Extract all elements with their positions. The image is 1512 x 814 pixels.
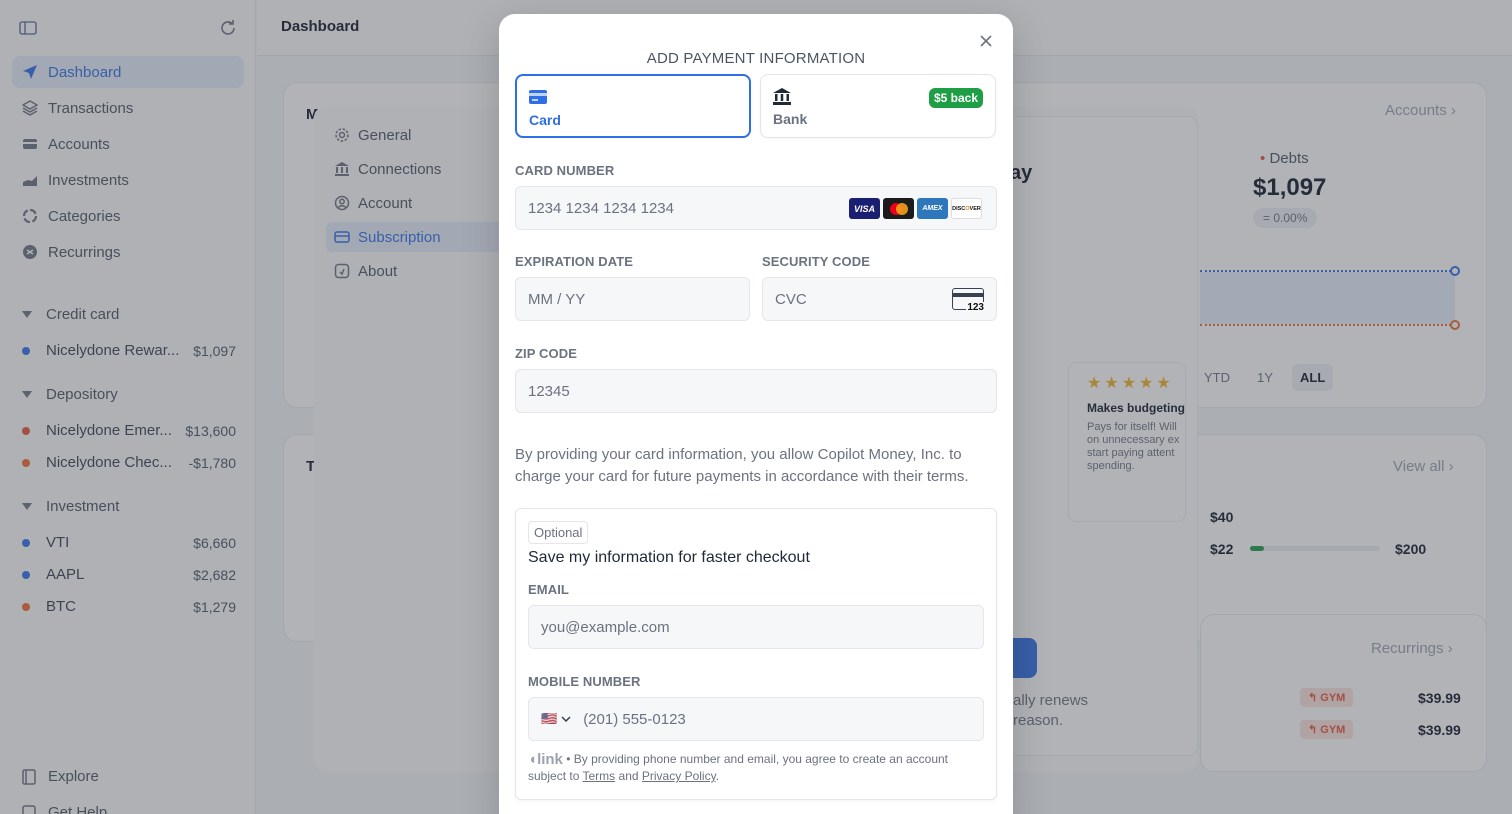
cvc-stripe: [953, 293, 983, 297]
terms-link[interactable]: Terms: [583, 769, 616, 783]
close-icon[interactable]: [979, 34, 993, 48]
email-input[interactable]: [541, 618, 983, 636]
country-select[interactable]: 🇺🇸: [541, 711, 571, 727]
cvc-card-icon: 123: [952, 288, 985, 313]
payment-modal: ADD PAYMENT INFORMATION Card Bank $5 bac…: [499, 14, 1013, 814]
card-number-field[interactable]: VISA AMEX DISCOVER: [515, 186, 997, 230]
zip-code-label: ZIP CODE: [515, 346, 577, 361]
visa-icon: VISA: [849, 198, 880, 219]
email-field[interactable]: [528, 605, 984, 649]
cashback-badge: $5 back: [928, 88, 983, 108]
email-label: EMAIL: [528, 582, 569, 597]
credit-card-icon: [529, 90, 547, 104]
tab-card[interactable]: Card: [515, 74, 751, 138]
chevron-down-icon: [561, 716, 571, 722]
link-logo-icon: ◖link: [528, 751, 563, 768]
mobile-number-input[interactable]: [583, 710, 983, 728]
mobile-number-field[interactable]: 🇺🇸: [528, 697, 984, 741]
mobile-number-label: MOBILE NUMBER: [528, 674, 641, 689]
amex-icon: AMEX: [917, 198, 948, 219]
link-brand: link: [537, 751, 563, 768]
expiration-field[interactable]: [515, 277, 750, 321]
zip-code-input[interactable]: [528, 382, 996, 400]
mastercard-icon: [883, 198, 914, 219]
expiration-input[interactable]: [528, 290, 749, 308]
expiration-label: EXPIRATION DATE: [515, 254, 634, 269]
cvc-digits: 123: [966, 302, 985, 313]
and-text: and: [618, 769, 639, 783]
modal-title: ADD PAYMENT INFORMATION: [646, 50, 866, 67]
zip-code-field[interactable]: [515, 369, 997, 413]
link-disclaimer: ◖link • By providing phone number and em…: [528, 751, 949, 783]
save-info-heading: Save my information for faster checkout: [528, 549, 810, 566]
tab-bank[interactable]: Bank $5 back: [760, 74, 996, 138]
privacy-policy-link[interactable]: Privacy Policy: [642, 769, 716, 783]
bank-icon: [773, 88, 791, 105]
tab-card-label: Card: [529, 112, 561, 128]
discover-icon: DISC O VER: [951, 198, 982, 219]
card-number-label: CARD NUMBER: [515, 163, 615, 178]
security-code-field[interactable]: 123: [762, 277, 997, 321]
optional-chip: Optional: [528, 521, 589, 544]
us-flag-icon: 🇺🇸: [541, 711, 558, 726]
link-save-section: Optional Save my information for faster …: [515, 508, 997, 800]
consent-text: By providing your card information, you …: [515, 446, 969, 485]
tab-bank-label: Bank: [773, 111, 808, 127]
security-code-label: SECURITY CODE: [762, 254, 870, 269]
